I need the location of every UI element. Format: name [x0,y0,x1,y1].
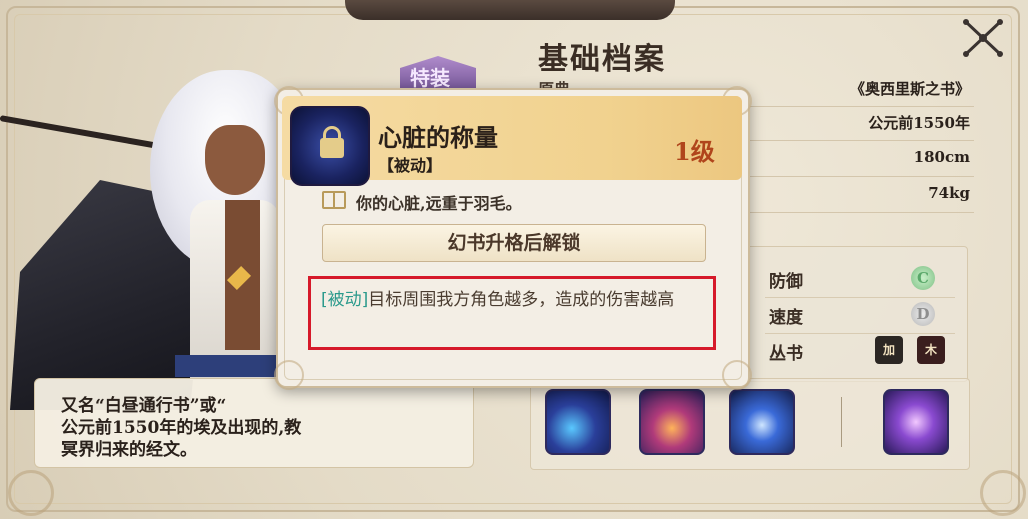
book-icon [322,191,346,209]
belt [175,355,285,377]
stat-label: 丛书 [769,344,803,364]
popup-header: 心脏的称量 【被动】 1级 [282,96,742,186]
flavor-text: 你的心脏,远重于羽毛。 [356,194,522,213]
character-portrait [0,30,300,410]
skill-popup[interactable]: 心脏的称量 【被动】 1级 你的心脏,远重于羽毛。 幻书升格后解锁 [被动]目标… [274,86,752,390]
lock-body [320,138,344,158]
description-text: 又名“白昼通行书”或“ 公元前1550年的埃及出现的,教 冥界归来的经文。 [61,396,302,460]
series-icon[interactable]: 木 [917,336,945,364]
series-icon[interactable]: 加 [875,336,903,364]
info-value: 180cm [913,148,970,166]
skill-strip [530,378,970,470]
top-ornament [345,0,675,20]
skill-thumb[interactable] [883,389,949,455]
stat-row-series: 丛书 加 木 [765,335,955,369]
skill-name: 心脏的称量 [378,123,498,152]
effect-text: [被动]目标周围我方角色越多，造成的伤害越高 [321,287,711,313]
skill-type: 【被动】 [378,156,443,175]
stat-row-defense: 防御 C [765,263,955,298]
effect-description: 目标周围我方角色越多，造成的伤害越高 [368,290,675,310]
info-value: 公元前1550年 [868,114,970,132]
skill-thumb[interactable] [729,389,795,455]
skill-thumb[interactable] [545,389,611,455]
skill-icon [290,106,370,186]
skill-level: 1级 [674,137,715,166]
effect-highlight-box: [被动]目标周围我方角色越多，造成的伤害越高 [308,276,716,350]
info-value: 《奥西里斯之书》 [849,80,970,98]
close-button[interactable] [958,18,1008,58]
effect-tag: [被动] [321,290,369,310]
spec-badge-label: 特装 [410,66,450,90]
info-value: 74kg [928,184,970,202]
divider [841,397,842,447]
popup-corner [722,360,752,390]
corner-ornament [980,470,1026,516]
grade-c-icon: C [911,266,935,290]
unlock-button[interactable]: 幻书升格后解锁 [322,224,706,262]
stat-row-speed: 速度 D [765,299,955,334]
face [205,125,265,195]
skill-thumb[interactable] [639,389,705,455]
description-card: 又名“白昼通行书”或“ 公元前1550年的埃及出现的,教 冥界归来的经文。 [34,378,474,468]
stat-label: 防御 [769,272,803,292]
popup-corner [274,360,304,390]
stat-label: 速度 [769,308,803,328]
archive-screen: 又名“白昼通行书”或“ 公元前1550年的埃及出现的,教 冥界归来的经文。 基础… [0,0,1028,519]
grade-d-icon: D [911,302,935,326]
close-icon [963,19,1003,57]
corner-ornament [8,470,54,516]
stats-panel: 防御 C 速度 D 丛书 加 木 [742,246,968,382]
